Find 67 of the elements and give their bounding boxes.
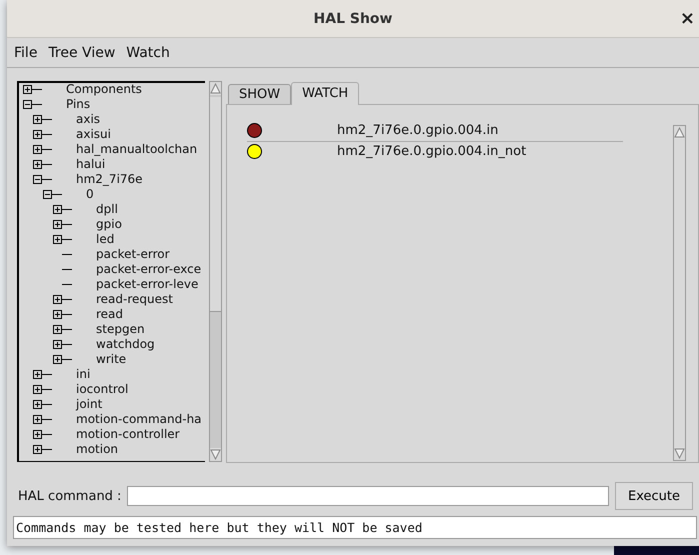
expand-icon[interactable]: [33, 370, 42, 379]
tree-item[interactable]: packet-error-exce: [96, 262, 202, 277]
scrollbar[interactable]: [673, 124, 686, 461]
scroll-up-icon[interactable]: [210, 82, 221, 95]
tree-item[interactable]: led: [96, 232, 114, 247]
menu-item[interactable]: Tree View: [48, 44, 116, 60]
tree-item[interactable]: motion: [76, 442, 118, 457]
menu-item[interactable]: File: [14, 44, 38, 60]
expand-icon[interactable]: [53, 310, 62, 319]
expand-icon[interactable]: [53, 340, 62, 349]
tree-item[interactable]: stepgen: [96, 322, 145, 337]
expand-icon[interactable]: [33, 400, 42, 409]
tree-item[interactable]: ini: [76, 367, 90, 382]
expand-icon[interactable]: [33, 415, 42, 424]
expand-icon[interactable]: [33, 385, 42, 394]
expand-icon[interactable]: [33, 445, 42, 454]
tab[interactable]: WATCH: [291, 82, 360, 105]
tree-item[interactable]: packet-error: [96, 247, 170, 262]
tree-item[interactable]: watchdog: [96, 337, 155, 352]
tree-item[interactable]: axisui: [76, 127, 111, 142]
tree-item[interactable]: motion-command-ha: [76, 412, 202, 427]
tree-item[interactable]: 0: [86, 187, 94, 202]
pin-name: hm2_7i76e.0.gpio.004.in_not: [337, 144, 526, 160]
tree-item[interactable]: iocontrol: [76, 382, 128, 397]
close-button[interactable]: ×: [676, 8, 699, 29]
window-title: HAL Show: [314, 10, 392, 26]
tree-item[interactable]: motion-controller: [76, 427, 180, 442]
output-text: Commands may be tested here but they will NOT be saved: [13, 516, 697, 539]
tree-item[interactable]: hm2_7i76e: [76, 172, 143, 187]
tree-item[interactable]: hal_manualtoolchan: [76, 142, 198, 157]
expand-icon[interactable]: [23, 85, 32, 94]
expand-icon[interactable]: [33, 160, 42, 169]
tree-item[interactable]: gpio: [96, 217, 122, 232]
pin-name: hm2_7i76e.0.gpio.004.in: [337, 123, 498, 138]
scroll-down-icon[interactable]: [674, 446, 685, 460]
scroll-down-icon[interactable]: [210, 448, 221, 461]
scrollbar[interactable]: [209, 81, 222, 462]
menu-item[interactable]: Watch: [126, 44, 170, 60]
expand-icon[interactable]: [33, 130, 42, 139]
expand-icon[interactable]: [33, 115, 42, 124]
tree-item[interactable]: halui: [76, 157, 106, 172]
expand-icon[interactable]: [53, 235, 62, 244]
tree-item[interactable]: write: [96, 352, 126, 367]
tree-item[interactable]: Components: [66, 82, 142, 97]
tree-item[interactable]: dpll: [96, 202, 118, 217]
expand-icon[interactable]: [53, 355, 62, 364]
tree-item[interactable]: axis: [76, 112, 100, 127]
tree-item[interactable]: Pins: [66, 97, 90, 112]
expand-icon[interactable]: [53, 325, 62, 334]
expand-icon[interactable]: [33, 430, 42, 439]
tree-item[interactable]: read: [96, 307, 124, 322]
command-input[interactable]: [127, 486, 609, 506]
collapse-icon[interactable]: [33, 175, 42, 184]
scroll-up-icon[interactable]: [674, 126, 685, 139]
tree-item[interactable]: joint: [76, 397, 102, 412]
tree-item[interactable]: packet-error-leve: [96, 277, 198, 292]
collapse-icon[interactable]: [43, 190, 52, 199]
expand-icon[interactable]: [33, 145, 42, 154]
command-label: HAL command :: [18, 488, 122, 504]
scrollbar-thumb[interactable]: [210, 97, 221, 312]
tab[interactable]: SHOW: [228, 84, 292, 104]
expand-icon[interactable]: [53, 220, 62, 229]
execute-button[interactable]: Execute: [615, 482, 693, 510]
expand-icon[interactable]: [53, 295, 62, 304]
tree-item[interactable]: read-request: [96, 292, 173, 307]
expand-icon[interactable]: [53, 205, 62, 214]
collapse-icon[interactable]: [23, 100, 32, 109]
